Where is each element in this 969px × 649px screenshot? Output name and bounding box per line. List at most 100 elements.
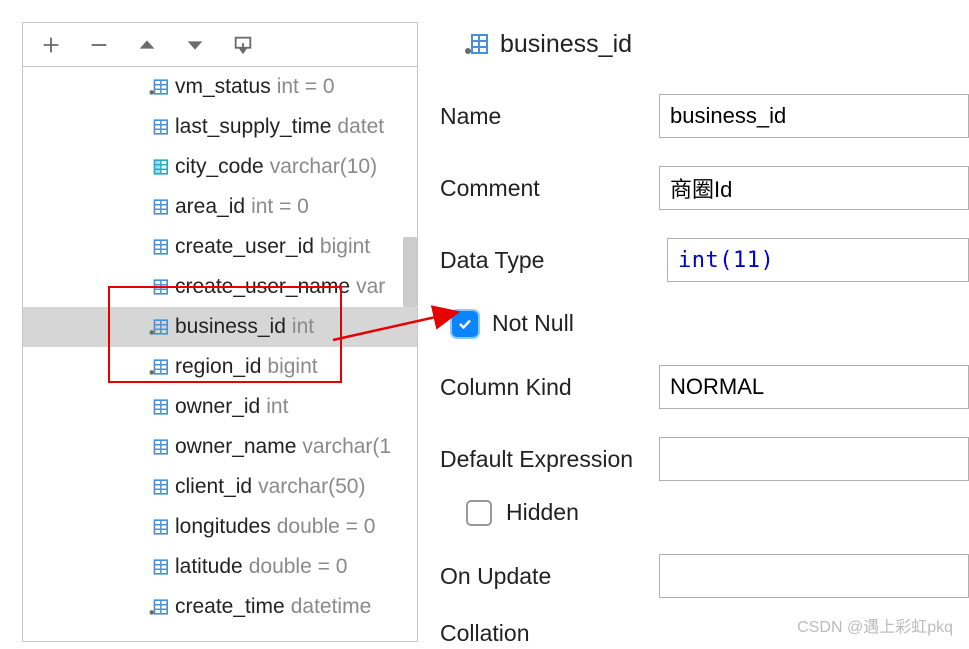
column-icon [149,558,169,576]
watermark: CSDN @遇上彩虹pkq [797,613,953,637]
columnkind-label: Column Kind [436,374,659,401]
import-button[interactable] [223,25,263,65]
column-type: datetime [291,595,372,619]
column-type: varchar(50) [258,475,365,499]
notnull-label: Not Null [492,310,574,337]
column-type: var [356,275,385,299]
notnull-checkbox[interactable] [452,311,478,337]
column-name: business_id [175,315,286,339]
comment-input[interactable] [659,166,969,210]
column-type: double = 0 [277,515,376,539]
column-name: region_id [175,355,261,379]
default-label: Default Expression [436,446,659,473]
column-icon [149,478,169,496]
add-button[interactable] [31,25,71,65]
column-type: int = 0 [277,75,335,99]
tree-row[interactable]: vm_status int = 0 [23,67,417,107]
column-name: city_code [175,155,264,179]
columns-panel: vm_status int = 0last_supply_time datetc… [22,22,418,642]
tree-row[interactable]: latitude double = 0 [23,547,417,587]
column-type: bigint [320,235,370,259]
onupdate-label: On Update [436,563,659,590]
check-icon [457,316,473,332]
tree-row[interactable]: create_user_id bigint [23,227,417,267]
column-icon [149,438,169,456]
column-type: varchar(1 [302,435,391,459]
notnull-row[interactable]: Not Null [436,310,969,337]
column-name: owner_id [175,395,260,419]
datatype-input[interactable] [667,238,969,282]
column-name: create_time [175,595,285,619]
column-type: int [292,315,314,339]
column-type: double = 0 [249,555,348,579]
tree-row[interactable]: business_id int [23,307,417,347]
properties-header: business_id [436,22,969,66]
column-name: vm_status [175,75,271,99]
tree-scrollbar-thumb[interactable] [403,237,417,307]
move-up-button[interactable] [127,25,167,65]
datatype-label: Data Type [436,247,667,274]
columnkind-row: Column Kind [436,365,969,409]
column-icon [149,278,169,296]
column-icon [149,358,169,376]
hidden-label: Hidden [506,499,579,526]
column-name: owner_name [175,435,296,459]
comment-label: Comment [436,175,659,202]
move-down-button[interactable] [175,25,215,65]
column-type: varchar(10) [270,155,377,179]
remove-button[interactable] [79,25,119,65]
import-icon [232,34,254,56]
column-icon [149,398,169,416]
column-name: client_id [175,475,252,499]
column-type: bigint [267,355,317,379]
tree-row[interactable]: create_time datetime [23,587,417,627]
tree-row[interactable]: last_supply_time datet [23,107,417,147]
properties-panel: business_id Name Comment Data Type Not N… [436,22,969,647]
column-icon [149,198,169,216]
column-icon [149,598,169,616]
column-icon [149,158,169,176]
properties-title: business_id [500,30,632,59]
tree-row[interactable]: area_id int = 0 [23,187,417,227]
minus-icon [88,34,110,56]
column-type: datet [337,115,384,139]
column-name: latitude [175,555,243,579]
tree-row[interactable]: city_code varchar(10) [23,147,417,187]
columnkind-input[interactable] [659,365,969,409]
column-name: longitudes [175,515,271,539]
chevron-up-icon [136,34,158,56]
column-icon [464,33,488,55]
columns-tree[interactable]: vm_status int = 0last_supply_time datetc… [23,67,417,643]
column-icon [149,318,169,336]
column-name: last_supply_time [175,115,331,139]
tree-row[interactable]: client_id varchar(50) [23,467,417,507]
tree-row[interactable]: owner_id int [23,387,417,427]
column-icon [149,238,169,256]
name-row: Name [436,94,969,138]
columns-toolbar [23,23,417,67]
tree-row[interactable]: longitudes double = 0 [23,507,417,547]
column-type: int = 0 [251,195,309,219]
hidden-row[interactable]: Hidden [436,499,969,526]
column-icon [149,118,169,136]
tree-row[interactable]: region_id bigint [23,347,417,387]
column-name: create_user_id [175,235,314,259]
onupdate-row: On Update [436,554,969,598]
chevron-down-icon [184,34,206,56]
column-type: int [266,395,288,419]
name-input[interactable] [659,94,969,138]
column-icon [149,518,169,536]
column-name: create_user_name [175,275,350,299]
tree-row[interactable]: owner_name varchar(1 [23,427,417,467]
column-icon [149,78,169,96]
name-label: Name [436,103,659,130]
onupdate-input[interactable] [659,554,969,598]
default-input[interactable] [659,437,969,481]
collation-label: Collation [436,620,674,647]
default-row: Default Expression [436,437,969,481]
datatype-row: Data Type [436,238,969,282]
tree-row[interactable]: create_user_name var [23,267,417,307]
hidden-checkbox[interactable] [466,500,492,526]
comment-row: Comment [436,166,969,210]
plus-icon [40,34,62,56]
